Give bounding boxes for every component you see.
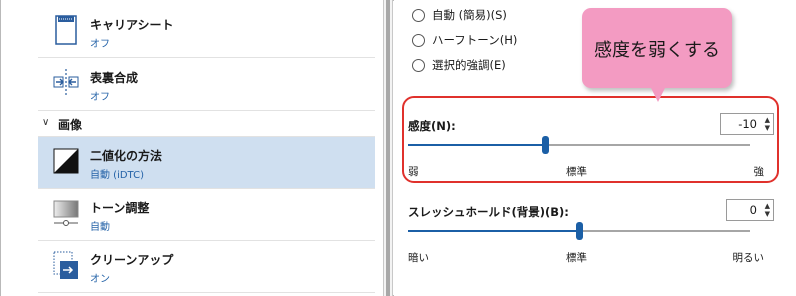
radio-selective-emphasis[interactable]: 選択的強調(E) [412, 57, 506, 73]
callout-pointer [650, 86, 666, 102]
radio-label: 選択的強調(E) [432, 58, 506, 72]
item-title: キャリアシート [90, 18, 174, 32]
threshold-slider-thumb[interactable] [576, 222, 583, 240]
radio-button-icon[interactable] [412, 58, 425, 72]
annotation-callout: 感度を弱くする [582, 8, 732, 88]
item-value: 自動 [90, 222, 110, 233]
radio-button-icon[interactable] [412, 33, 425, 47]
section-header-image[interactable]: ∨ 画像 [38, 111, 375, 137]
tone-adjust-icon [52, 197, 80, 229]
threshold-spinbox[interactable]: 0 ▲ ▼ [726, 199, 774, 221]
item-value: オン [90, 274, 110, 285]
tick-label-dark: 暗い [408, 252, 429, 264]
list-item-merge-sides[interactable]: 表裏合成 オフ [38, 59, 375, 111]
item-value: オフ [90, 92, 110, 103]
panel-scrollbar[interactable] [383, 0, 393, 296]
radio-halftone[interactable]: ハーフトーン(H) [412, 32, 517, 48]
list-item-binarization[interactable]: 二値化の方法 自動 (iDTC) [38, 137, 375, 189]
settings-list-panel: キャリアシート オフ 表裏合成 オフ ∨ 画像 二値化の方法 自動 (iDTC) [1, 0, 383, 296]
tick-label-bright: 明るい [732, 252, 765, 264]
highlight-frame [402, 96, 779, 183]
list-item-cleanup[interactable]: クリーンアップ オン [38, 241, 375, 293]
tick-label-standard: 標準 [566, 252, 587, 264]
spinbox-value: 0 [749, 203, 757, 217]
radio-label: ハーフトーン(H) [432, 33, 518, 47]
settings-detail-panel: 自動 (簡易)(S) ハーフトーン(H) 選択的強調(E) 感度(N): -10… [394, 0, 796, 296]
list-item-tone-adjust[interactable]: トーン調整 自動 [38, 189, 375, 241]
radio-auto-simple[interactable]: 自動 (簡易)(S) [412, 7, 507, 23]
radio-label: 自動 (簡易)(S) [432, 8, 507, 22]
scrollbar-thumb[interactable] [386, 0, 390, 296]
chevron-down-icon: ∨ [42, 117, 50, 128]
slider-fill [408, 230, 579, 232]
carrier-sheet-icon [52, 14, 80, 46]
threshold-control: スレッシュホールド(背景)(B): 0 ▲ ▼ 暗い 標準 明るい [402, 190, 780, 270]
item-value: 自動 (iDTC) [90, 170, 144, 181]
item-title: 二値化の方法 [90, 149, 163, 163]
item-title: 表裏合成 [90, 71, 139, 85]
item-value: オフ [90, 39, 110, 50]
threshold-label: スレッシュホールド(背景)(B): [408, 205, 569, 219]
binarization-icon [52, 145, 80, 177]
threshold-slider-track[interactable] [408, 222, 750, 240]
radio-button-icon[interactable] [412, 8, 425, 22]
item-title: クリーンアップ [90, 253, 174, 267]
item-title: トーン調整 [90, 201, 150, 215]
callout-text: 感度を弱くする [594, 40, 720, 61]
list-item-carrier-sheet[interactable]: キャリアシート オフ [38, 6, 375, 58]
section-label: 画像 [58, 118, 83, 132]
cleanup-icon [52, 249, 80, 281]
spin-arrows-icon[interactable]: ▲ ▼ [765, 202, 770, 218]
merge-sides-icon [52, 67, 80, 99]
